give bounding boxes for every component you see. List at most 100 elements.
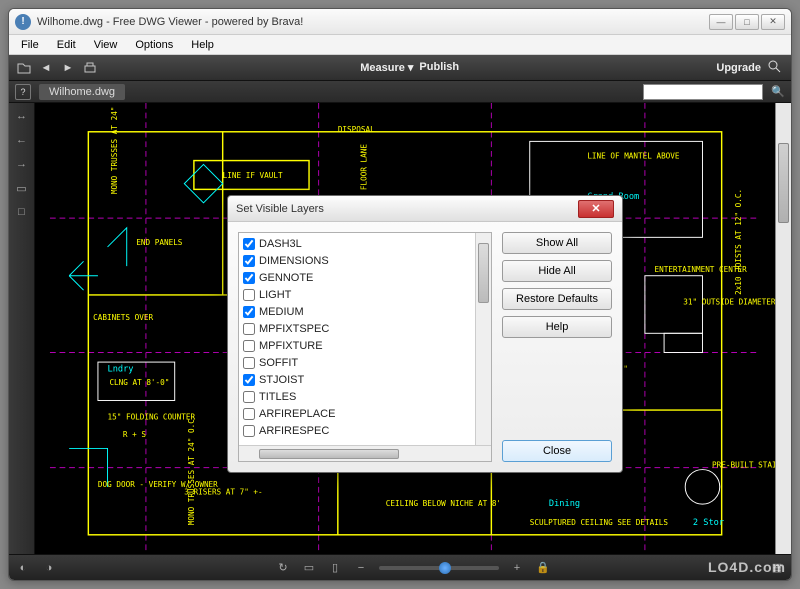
menubar: File Edit View Options Help: [9, 35, 791, 55]
layers-hscrollbar[interactable]: [239, 445, 491, 461]
layer-checkbox[interactable]: [243, 425, 255, 437]
file-tab[interactable]: Wilhome.dwg: [39, 84, 125, 100]
zoom-out-icon[interactable]: −: [353, 560, 369, 576]
layer-row[interactable]: MEDIUM: [243, 303, 471, 320]
dialog-close-x[interactable]: ✕: [578, 200, 614, 218]
label-lndry: Lndry: [108, 365, 134, 375]
select-icon[interactable]: ▭: [13, 179, 31, 197]
layer-checkbox[interactable]: [243, 374, 255, 386]
hide-all-button[interactable]: Hide All: [502, 260, 612, 282]
layer-label: ARFIRESPEC: [259, 425, 329, 437]
pan-icon[interactable]: ↔: [13, 107, 31, 125]
app-window: ! Wilhome.dwg - Free DWG Viewer - powere…: [8, 8, 792, 581]
rotate-icon[interactable]: ↻: [275, 560, 291, 576]
measure-menu[interactable]: Measure ▾: [360, 61, 413, 74]
show-all-button[interactable]: Show All: [502, 232, 612, 254]
label-disposal: DISPOSAL: [338, 125, 375, 134]
menu-options[interactable]: Options: [127, 37, 181, 53]
titlebar: ! Wilhome.dwg - Free DWG Viewer - powere…: [9, 9, 791, 35]
layer-row[interactable]: GENNOTE: [243, 269, 471, 286]
minimize-button[interactable]: —: [709, 14, 733, 30]
layer-checkbox[interactable]: [243, 255, 255, 267]
rect-icon[interactable]: □: [13, 203, 31, 221]
menu-help[interactable]: Help: [183, 37, 222, 53]
layer-row[interactable]: ARFIREPLACE: [243, 405, 471, 422]
layer-label: GENNOTE: [259, 272, 313, 284]
layers-list[interactable]: DASH3L DIMENSIONS GENNOTE LIGHTMEDIUM MPFIXT…: [239, 233, 475, 445]
label-sculpt: SCULPTURED CEILING SEE DETAILS: [530, 518, 669, 527]
layer-row[interactable]: DASH3L: [243, 235, 471, 252]
layer-row[interactable]: LIGHT: [243, 286, 471, 303]
fit-page-icon[interactable]: ▯: [327, 560, 343, 576]
dialog-title: Set Visible Layers: [236, 203, 578, 215]
layers-vscrollbar[interactable]: [475, 233, 491, 445]
watermark: LO4D.com: [708, 559, 786, 575]
label-end-panels: END PANELS: [136, 238, 182, 247]
layer-row[interactable]: SOFFIT: [243, 354, 471, 371]
arrow-left-icon[interactable]: ←: [13, 131, 31, 149]
layer-label: SOFFIT: [259, 357, 298, 369]
label-vault: LINE IF VAULT: [223, 171, 283, 180]
label-outside: 31" OUTSIDE DIAMETER: [683, 298, 775, 307]
find-icon[interactable]: 🔍: [771, 85, 785, 98]
label-prebuilt: PRE-BUILT STAIR - SHOP DRAWINGS REQ'D: [712, 461, 775, 470]
help-button[interactable]: Help: [502, 316, 612, 338]
app-icon: !: [15, 14, 31, 30]
search-icon[interactable]: [767, 59, 785, 77]
layer-checkbox[interactable]: [243, 408, 255, 420]
label-mono2: MONO TRUSSES AT 24" O.C.: [187, 415, 196, 526]
layer-label: ARFIREPLACE: [259, 408, 335, 420]
canvas-vscrollbar[interactable]: [775, 103, 791, 554]
layer-row[interactable]: STJOIST: [243, 371, 471, 388]
open-icon[interactable]: [15, 59, 33, 77]
label-risers: 3 RISERS AT 7" +-: [184, 488, 262, 497]
upgrade-link[interactable]: Upgrade: [716, 62, 761, 74]
restore-defaults-button[interactable]: Restore Defaults: [502, 288, 612, 310]
color-icon[interactable]: ◑: [41, 560, 57, 576]
close-button[interactable]: Close: [502, 440, 612, 462]
label-dining: Dining: [549, 499, 580, 509]
layer-checkbox[interactable]: [243, 289, 255, 301]
zoom-slider[interactable]: [379, 566, 499, 570]
label-folding: 15" FOLDING COUNTER: [108, 413, 196, 422]
close-window-button[interactable]: ✕: [761, 14, 785, 30]
layer-checkbox[interactable]: [243, 306, 255, 318]
search-input[interactable]: [643, 84, 763, 100]
label-clng: CLNG AT 8'-0": [109, 378, 169, 387]
fit-width-icon[interactable]: ▭: [301, 560, 317, 576]
layer-row[interactable]: MPFIXTURE: [243, 337, 471, 354]
layer-checkbox[interactable]: [243, 323, 255, 335]
label-stor: 2 Stor: [693, 518, 724, 528]
zoom-in-icon[interactable]: +: [509, 560, 525, 576]
status-bar: ◐ ◑ ↻ ▭ ▯ − + 🔒 ▤: [9, 554, 791, 580]
document-toolbar: ? Wilhome.dwg 🔍: [9, 81, 791, 103]
menu-edit[interactable]: Edit: [49, 37, 84, 53]
lock-icon[interactable]: 🔒: [535, 560, 551, 576]
layer-row[interactable]: DIMENSIONS: [243, 252, 471, 269]
main-toolbar: ◄ ► Measure ▾ Publish Upgrade: [9, 55, 791, 81]
layer-checkbox[interactable]: [243, 340, 255, 352]
menu-file[interactable]: File: [13, 37, 47, 53]
publish-menu[interactable]: Publish: [419, 61, 459, 74]
layer-label: MPFIXTURE: [259, 340, 323, 352]
layer-checkbox[interactable]: [243, 357, 255, 369]
menu-view[interactable]: View: [86, 37, 126, 53]
prev-icon[interactable]: ◄: [37, 59, 55, 77]
layer-checkbox[interactable]: [243, 391, 255, 403]
next-icon[interactable]: ►: [59, 59, 77, 77]
arrow-right-icon[interactable]: →: [13, 155, 31, 173]
contrast-icon[interactable]: ◐: [15, 560, 31, 576]
layer-checkbox[interactable]: [243, 238, 255, 250]
label-rs: R + S: [123, 430, 146, 439]
layer-row[interactable]: ARFIRESPEC: [243, 422, 471, 439]
layers-listbox: DASH3L DIMENSIONS GENNOTE LIGHTMEDIUM MPFIXT…: [238, 232, 492, 462]
maximize-button[interactable]: □: [735, 14, 759, 30]
layer-label: STJOIST: [259, 374, 304, 386]
layer-row[interactable]: TITLES: [243, 388, 471, 405]
layer-label: DASH3L: [259, 238, 302, 250]
help-icon[interactable]: ?: [15, 84, 31, 100]
layer-label: MPFIXTSPEC: [259, 323, 329, 335]
layer-checkbox[interactable]: [243, 272, 255, 284]
print-icon[interactable]: [81, 59, 99, 77]
layer-row[interactable]: MPFIXTSPEC: [243, 320, 471, 337]
